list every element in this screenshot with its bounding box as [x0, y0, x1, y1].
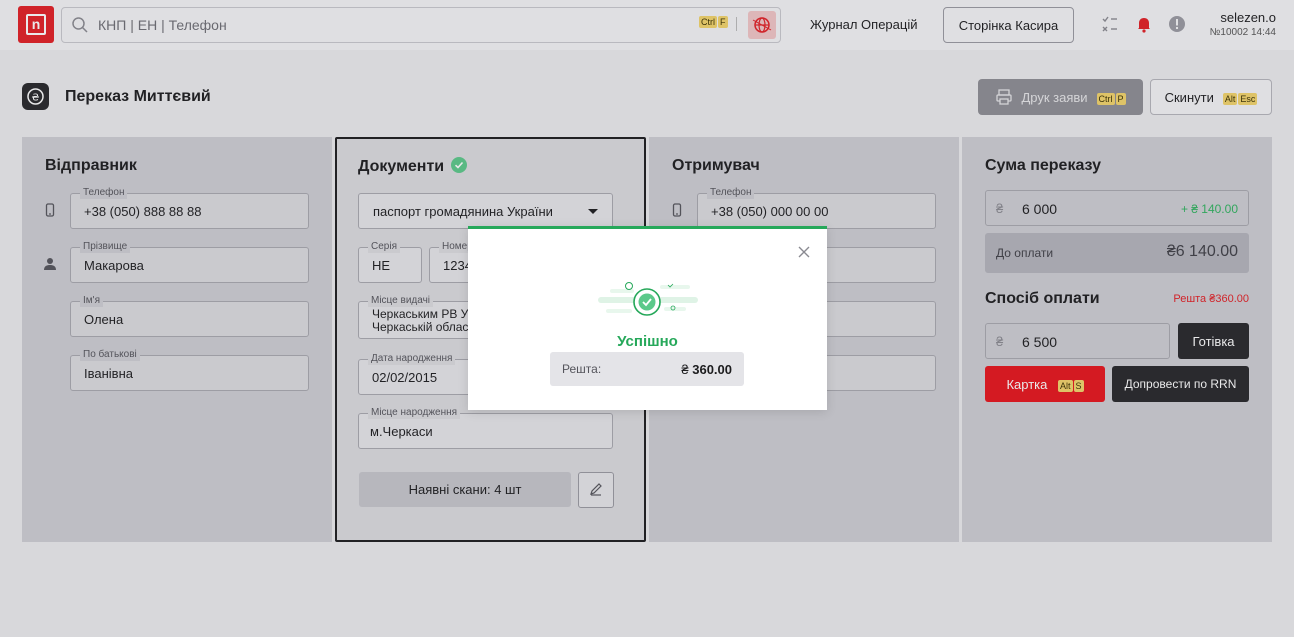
transfer-icon: ₴ [22, 83, 49, 110]
amount-panel: Сума переказу ₴ 6 000 + ₴ 140.00 До опла… [962, 137, 1272, 542]
reset-hotkey: Alt Esc [1222, 92, 1258, 105]
scans-button[interactable]: Наявні скани: 4 шт [359, 472, 571, 507]
card-button[interactable]: Картка Alt S [985, 366, 1105, 402]
receiver-phone-field[interactable]: Телефон +38 (050) 000 00 00 [697, 187, 936, 229]
page-title: Переказ Миттєвий [65, 88, 211, 105]
search-separator [736, 17, 737, 31]
to-pay-box: До оплати ₴6 140.00 [985, 233, 1249, 273]
phone-icon [672, 203, 682, 217]
birthplace-field[interactable]: Місце народження м.Черкаси [358, 407, 613, 449]
person-icon [44, 258, 56, 270]
cash-button[interactable]: Готівка [1178, 323, 1249, 359]
search-icon [72, 17, 88, 33]
reset-label: Скинути [1164, 89, 1214, 105]
print-hotkey: Ctrl P [1096, 92, 1126, 105]
user-meta: №10002 14:44 [1209, 27, 1276, 38]
cashier-page-button[interactable]: Сторінка Касира [943, 7, 1074, 43]
phone-icon [45, 203, 55, 217]
cash-amount-input[interactable]: ₴ 6 500 [985, 323, 1170, 359]
amount-title: Сума переказу [985, 157, 1101, 174]
printer-icon [996, 89, 1013, 105]
search-bar: CtrlF [61, 7, 781, 43]
search-input[interactable] [98, 14, 658, 36]
svg-text:₴: ₴ [32, 93, 40, 104]
sender-name-field[interactable]: Ім'я Олена [70, 295, 309, 337]
search-hotkey: Ctrl F [699, 16, 728, 28]
edit-scans-button[interactable] [578, 472, 614, 508]
globe-icon [752, 17, 772, 33]
pencil-icon [590, 482, 602, 496]
transfer-amount-input[interactable]: ₴ 6 000 + ₴ 140.00 [985, 190, 1249, 226]
user-info: selezen.o №10002 14:44 [1210, 10, 1276, 38]
series-field[interactable]: Серія НЕ [358, 241, 422, 283]
payment-method-title: Спосіб оплати [985, 290, 1100, 307]
alert-icon[interactable] [1168, 15, 1186, 33]
commission-text: + ₴ 140.00 [1180, 202, 1238, 216]
success-message: Успішно [617, 333, 678, 350]
print-label: Друк заяви [1021, 89, 1088, 105]
globe-button[interactable] [748, 11, 776, 39]
journal-link[interactable]: Журнал Операцій [810, 17, 918, 32]
sender-surname-field[interactable]: Прізвище Макарова [70, 241, 309, 283]
success-modal: Успішно Решта: ₴ 360.00 [468, 226, 827, 410]
rrn-button[interactable]: Допровести по RRN [1112, 366, 1249, 402]
sender-phone-field[interactable]: Телефон +38 (050) 888 88 88 [70, 187, 309, 229]
check-circle-icon [450, 157, 467, 173]
top-header: n CtrlF Журнал Операцій Сторінка Касира … [0, 0, 1294, 50]
documents-title: Документи [358, 157, 467, 176]
logo-letter: n [26, 14, 46, 35]
card-hotkey: Alt S [1058, 379, 1084, 392]
close-icon[interactable] [797, 245, 811, 259]
app-logo[interactable]: n [18, 6, 54, 43]
print-application-button[interactable]: Друк заяви Ctrl P [978, 79, 1143, 115]
chevron-down-icon [588, 209, 598, 214]
bell-icon[interactable] [1135, 15, 1153, 33]
checklist-icon[interactable] [1101, 15, 1119, 33]
sender-patronymic-field[interactable]: По батькові Іванівна [70, 349, 309, 391]
success-illustration [598, 282, 698, 316]
sender-panel: Відправник Телефон +38 (050) 888 88 88 Пр… [22, 137, 332, 542]
change-box: Решта: ₴ 360.00 [550, 352, 744, 386]
receiver-title: Отримувач [672, 157, 760, 174]
change-amount-text: Решта ₴360.00 [1173, 293, 1249, 305]
user-name: selezen.o [1220, 10, 1276, 25]
reset-button[interactable]: Скинути Alt Esc [1150, 79, 1272, 115]
document-type-select[interactable]: паспорт громадянина України [358, 193, 613, 229]
sender-title: Відправник [45, 157, 137, 174]
